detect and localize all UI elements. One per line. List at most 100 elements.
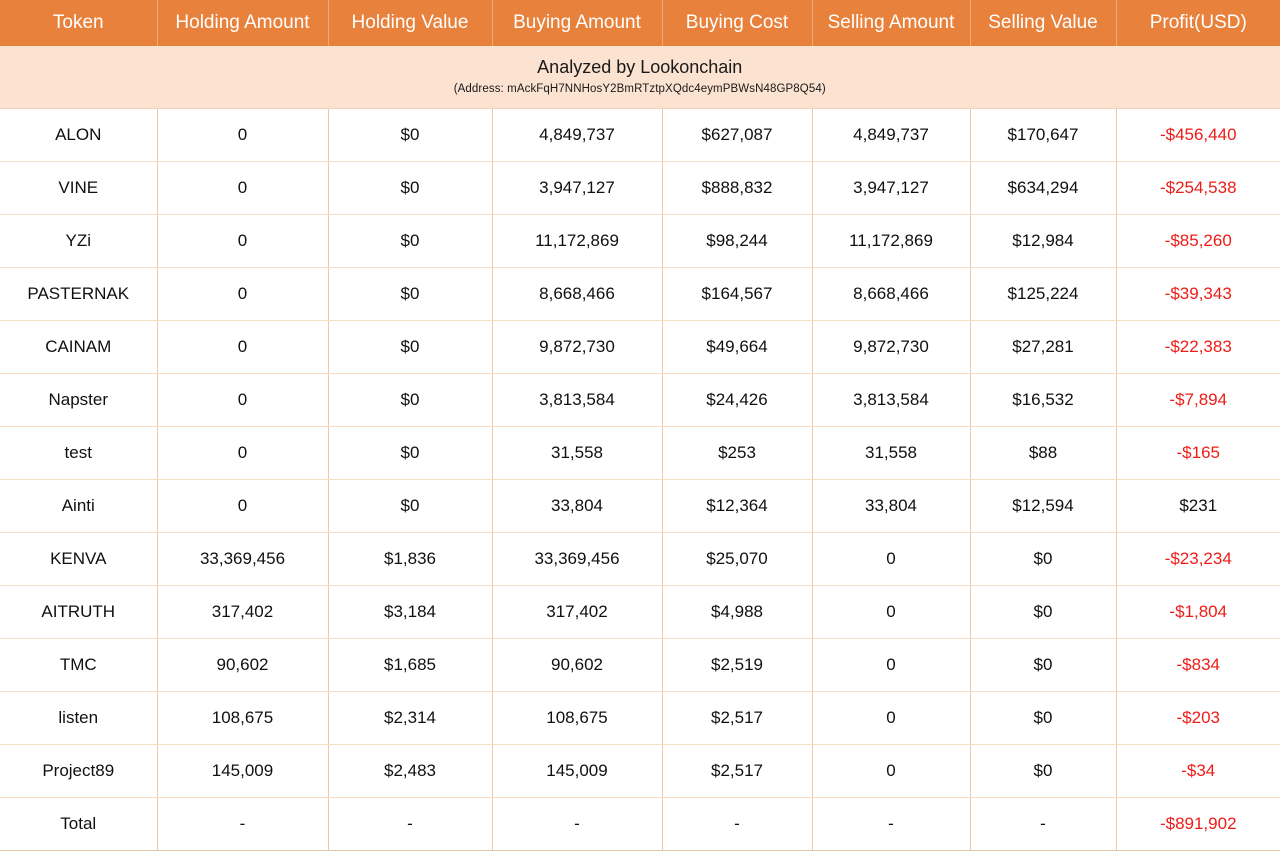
- column-header-buying-amount[interactable]: Buying Amount: [492, 0, 662, 46]
- column-header-selling-amount[interactable]: Selling Amount: [812, 0, 970, 46]
- header-row: Token Holding Amount Holding Value Buyin…: [0, 0, 1280, 46]
- table-row: PASTERNAK0$08,668,466$164,5678,668,466$1…: [0, 267, 1280, 320]
- cell-selling_amount: 4,849,737: [812, 108, 970, 161]
- cell-buying_amount: 4,849,737: [492, 108, 662, 161]
- cell-token: TMC: [0, 638, 157, 691]
- cell-token: KENVA: [0, 532, 157, 585]
- cell-profit_usd: -$7,894: [1116, 373, 1280, 426]
- cell-buying_cost: $627,087: [662, 108, 812, 161]
- cell-profit_usd: -$22,383: [1116, 320, 1280, 373]
- cell-selling_amount: -: [812, 797, 970, 850]
- cell-selling_value: $634,294: [970, 161, 1116, 214]
- cell-holding_value: $3,184: [328, 585, 492, 638]
- cell-token: test: [0, 426, 157, 479]
- table-header: Token Holding Amount Holding Value Buyin…: [0, 0, 1280, 108]
- cell-holding_amount: 0: [157, 479, 328, 532]
- cell-selling_value: $0: [970, 638, 1116, 691]
- cell-holding_amount: 0: [157, 426, 328, 479]
- cell-holding_amount: -: [157, 797, 328, 850]
- table-row: Napster0$03,813,584$24,4263,813,584$16,5…: [0, 373, 1280, 426]
- cell-buying_cost: $24,426: [662, 373, 812, 426]
- cell-token: Project89: [0, 744, 157, 797]
- cell-buying_amount: -: [492, 797, 662, 850]
- table-row: Ainti0$033,804$12,36433,804$12,594$231: [0, 479, 1280, 532]
- cell-holding_value: $0: [328, 426, 492, 479]
- cell-profit_usd: -$23,234: [1116, 532, 1280, 585]
- cell-holding_amount: 0: [157, 108, 328, 161]
- cell-selling_value: $0: [970, 744, 1116, 797]
- cell-holding_amount: 90,602: [157, 638, 328, 691]
- cell-selling_value: $0: [970, 532, 1116, 585]
- column-header-selling-value[interactable]: Selling Value: [970, 0, 1116, 46]
- cell-buying_cost: $49,664: [662, 320, 812, 373]
- cell-token: Napster: [0, 373, 157, 426]
- cell-buying_cost: $253: [662, 426, 812, 479]
- cell-buying_cost: $98,244: [662, 214, 812, 267]
- cell-holding_amount: 0: [157, 320, 328, 373]
- cell-profit_usd: -$834: [1116, 638, 1280, 691]
- cell-profit_usd: -$254,538: [1116, 161, 1280, 214]
- cell-profit_usd: -$456,440: [1116, 108, 1280, 161]
- column-header-holding-value[interactable]: Holding Value: [328, 0, 492, 46]
- cell-holding_amount: 108,675: [157, 691, 328, 744]
- cell-buying_cost: $888,832: [662, 161, 812, 214]
- column-header-token[interactable]: Token: [0, 0, 157, 46]
- cell-selling_value: $12,594: [970, 479, 1116, 532]
- cell-holding_value: $0: [328, 373, 492, 426]
- cell-holding_amount: 0: [157, 373, 328, 426]
- table-row: AITRUTH317,402$3,184317,402$4,9880$0-$1,…: [0, 585, 1280, 638]
- cell-holding_amount: 145,009: [157, 744, 328, 797]
- table-row: VINE0$03,947,127$888,8323,947,127$634,29…: [0, 161, 1280, 214]
- cell-token: CAINAM: [0, 320, 157, 373]
- cell-selling_value: -: [970, 797, 1116, 850]
- cell-selling_amount: 8,668,466: [812, 267, 970, 320]
- cell-buying_cost: $2,517: [662, 744, 812, 797]
- cell-buying_amount: 9,872,730: [492, 320, 662, 373]
- cell-buying_amount: 8,668,466: [492, 267, 662, 320]
- cell-token: PASTERNAK: [0, 267, 157, 320]
- cell-profit_usd: -$85,260: [1116, 214, 1280, 267]
- table-row: KENVA33,369,456$1,83633,369,456$25,0700$…: [0, 532, 1280, 585]
- cell-buying_cost: $4,988: [662, 585, 812, 638]
- cell-selling_amount: 0: [812, 532, 970, 585]
- cell-buying_amount: 3,813,584: [492, 373, 662, 426]
- table-body: ALON0$04,849,737$627,0874,849,737$170,64…: [0, 108, 1280, 850]
- wallet-address-line: (Address: mAckFqH7NNHosY2BmRTztpXQdc4eym…: [8, 81, 1272, 97]
- cell-buying_cost: $2,519: [662, 638, 812, 691]
- cell-selling_amount: 0: [812, 638, 970, 691]
- cell-selling_amount: 9,872,730: [812, 320, 970, 373]
- attribution-title: Analyzed by Lookonchain: [8, 55, 1272, 79]
- cell-holding_value: $0: [328, 161, 492, 214]
- cell-profit_usd: -$165: [1116, 426, 1280, 479]
- cell-buying_amount: 90,602: [492, 638, 662, 691]
- cell-selling_amount: 31,558: [812, 426, 970, 479]
- cell-profit_usd: -$891,902: [1116, 797, 1280, 850]
- table-row: TMC90,602$1,68590,602$2,5190$0-$834: [0, 638, 1280, 691]
- cell-selling_amount: 0: [812, 691, 970, 744]
- token-pnl-table: Token Holding Amount Holding Value Buyin…: [0, 0, 1280, 851]
- cell-holding_value: $1,685: [328, 638, 492, 691]
- cell-selling_amount: 33,804: [812, 479, 970, 532]
- column-header-buying-cost[interactable]: Buying Cost: [662, 0, 812, 46]
- cell-buying_amount: 33,369,456: [492, 532, 662, 585]
- cell-holding_value: $0: [328, 479, 492, 532]
- cell-token: VINE: [0, 161, 157, 214]
- attribution-banner-row: Analyzed by Lookonchain (Address: mAckFq…: [0, 46, 1280, 108]
- cell-holding_value: $0: [328, 267, 492, 320]
- column-header-profit-usd[interactable]: Profit(USD): [1116, 0, 1280, 46]
- cell-selling_amount: 11,172,869: [812, 214, 970, 267]
- cell-buying_cost: $164,567: [662, 267, 812, 320]
- cell-holding_value: $2,314: [328, 691, 492, 744]
- column-header-holding-amount[interactable]: Holding Amount: [157, 0, 328, 46]
- cell-holding_amount: 317,402: [157, 585, 328, 638]
- table-row: test0$031,558$25331,558$88-$165: [0, 426, 1280, 479]
- cell-buying_amount: 317,402: [492, 585, 662, 638]
- cell-holding_value: $0: [328, 214, 492, 267]
- cell-token: Ainti: [0, 479, 157, 532]
- cell-selling_value: $12,984: [970, 214, 1116, 267]
- table-row: ALON0$04,849,737$627,0874,849,737$170,64…: [0, 108, 1280, 161]
- cell-holding_value: $0: [328, 108, 492, 161]
- cell-holding_amount: 0: [157, 161, 328, 214]
- cell-profit_usd: -$34: [1116, 744, 1280, 797]
- cell-holding_amount: 0: [157, 214, 328, 267]
